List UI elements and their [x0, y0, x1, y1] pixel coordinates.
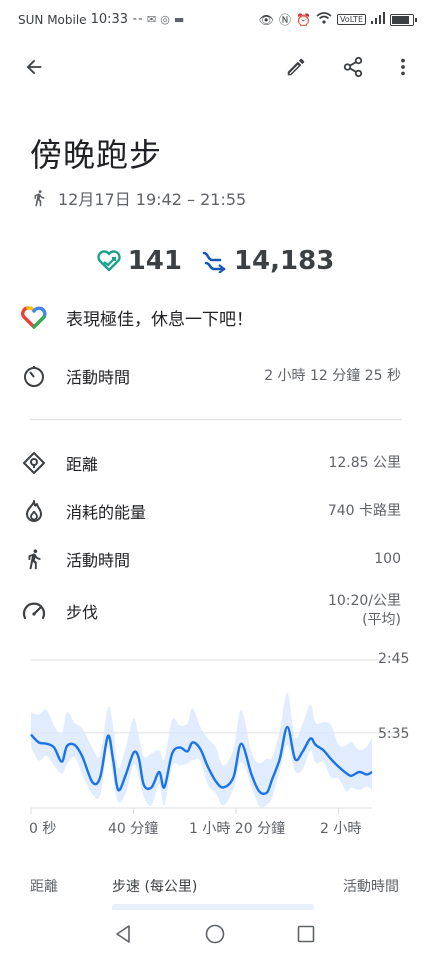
- stat-row-calories: 消耗的能量 740 卡路里: [20, 497, 410, 525]
- pencil-icon: [287, 58, 305, 76]
- edit-button[interactable]: [276, 47, 316, 87]
- back-button[interactable]: [14, 47, 54, 87]
- x-tick-label: 0 秒: [29, 821, 57, 837]
- carrier-name: SUN Mobile: [18, 12, 87, 27]
- battery-icon: [390, 13, 417, 26]
- running-icon: [34, 190, 45, 207]
- tab-distance[interactable]: 距離: [30, 876, 58, 896]
- location-icon: [20, 449, 48, 477]
- notification-icon: ▬: [173, 13, 185, 26]
- x-tick-label: 40 分鐘: [108, 821, 159, 837]
- battery-level: [392, 15, 409, 24]
- coach-message-row: 表現極佳，休息一下吧！: [20, 303, 410, 331]
- steps-value: 14,183: [233, 246, 335, 276]
- signal-icon: [371, 12, 385, 27]
- triangle-back-icon: [116, 925, 130, 943]
- share-icon: [343, 56, 363, 78]
- nav-back-button[interactable]: [109, 920, 137, 948]
- speedometer-icon: [20, 597, 48, 625]
- stat-label: 活動時間: [66, 368, 131, 387]
- heart-points-metric[interactable]: 141: [96, 246, 182, 276]
- stat-label: 活動時間: [66, 551, 131, 570]
- fire-icon: [20, 497, 48, 525]
- share-button[interactable]: [333, 47, 373, 87]
- pace-value: 10:20/公里: [327, 593, 401, 609]
- chart-metric-tabs: 距離 步速 (每公里) 活動時間: [0, 870, 430, 910]
- tab-active-time[interactable]: 活動時間: [343, 876, 399, 896]
- system-nav-bar: [0, 912, 430, 956]
- square-recents-icon: [297, 925, 315, 943]
- stat-row-active-time: 活動時間 2 小時 12 分鐘 25 秒: [20, 362, 410, 390]
- y-tick-label: 5:35: [378, 726, 410, 742]
- timer-icon: [20, 362, 48, 390]
- stat-row-pace: 步伐 10:20/公里 (平均): [20, 592, 410, 630]
- activity-datetime: 12月17日 19:42 – 21:55: [58, 190, 247, 209]
- alarm-icon: ⏰: [296, 12, 311, 27]
- more-options-button[interactable]: [383, 47, 423, 87]
- summary-metrics: 141 14,183: [0, 246, 430, 276]
- stat-row-move-minutes: 活動時間 100: [20, 545, 410, 573]
- tab-indicator: [112, 904, 314, 910]
- y-tick-label: 2:45: [378, 651, 410, 667]
- section-divider: [30, 419, 402, 420]
- heart-points-value: 141: [127, 246, 182, 276]
- pace-note: (平均): [362, 612, 401, 628]
- stat-value: 740 卡路里: [327, 502, 401, 519]
- cast-icon: ⁃⁃: [132, 13, 144, 26]
- walking-icon: [20, 545, 48, 573]
- status-bar: SUN Mobile 10:33 ⁃⁃ ✉ ◎ ▬ 👁 Ⓝ ⏰ VoLTE: [0, 0, 430, 40]
- nfc-icon: Ⓝ: [278, 13, 291, 27]
- stat-label: 消耗的能量: [66, 503, 147, 522]
- heart-points-icon: [96, 250, 121, 272]
- status-time: 10:33: [90, 12, 129, 27]
- stat-row-distance: 距離 12.85 公里: [20, 449, 410, 477]
- steps-metric[interactable]: 14,183: [200, 246, 334, 276]
- target-icon: ◎: [160, 13, 170, 26]
- mail-icon: ✉: [147, 13, 157, 26]
- nav-recents-button[interactable]: [292, 920, 320, 948]
- volte-badge: VoLTE: [336, 14, 366, 25]
- stat-value: 2 小時 12 分鐘 25 秒: [264, 367, 401, 384]
- activity-title[interactable]: 傍晚跑步: [30, 130, 162, 176]
- activity-datetime-row: 12月17日 19:42 – 21:55: [30, 186, 246, 210]
- google-fit-heart-icon: [20, 303, 48, 331]
- stat-label: 距離: [66, 455, 99, 474]
- steps-icon: [202, 251, 226, 273]
- circle-home-icon: [205, 924, 225, 944]
- stat-value: 12.85 公里: [328, 454, 401, 471]
- pace-chart: [30, 659, 402, 814]
- wifi-icon: [316, 12, 332, 27]
- nav-home-button[interactable]: [201, 920, 229, 948]
- tab-pace[interactable]: 步速 (每公里): [112, 876, 197, 896]
- stat-label: 步伐: [66, 603, 99, 622]
- x-tick-label: 2 小時: [320, 821, 362, 837]
- more-vert-icon: [401, 58, 405, 76]
- coach-message: 表現極佳，休息一下吧！: [66, 309, 253, 330]
- eye-icon: 👁: [258, 12, 274, 27]
- stat-value: 100: [374, 550, 401, 567]
- arrow-back-icon: [26, 59, 42, 75]
- x-tick-label: 1 小時 20 分鐘: [189, 821, 286, 837]
- stat-value-pace: 10:20/公里 (平均): [328, 592, 410, 630]
